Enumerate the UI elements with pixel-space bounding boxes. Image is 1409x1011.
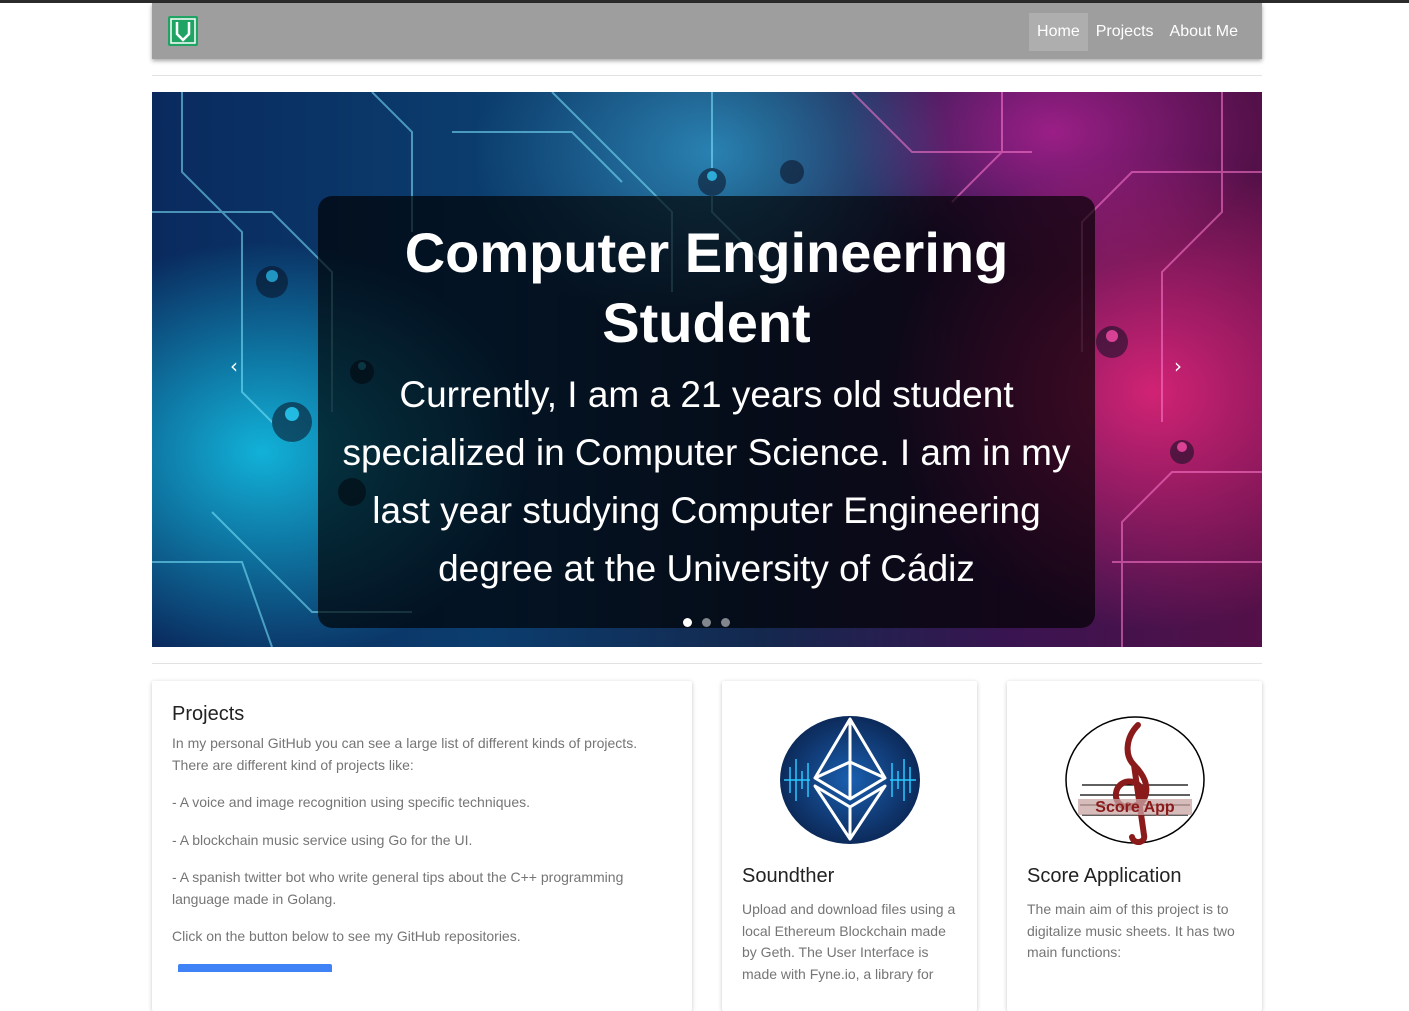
nav-link-about-me[interactable]: About Me	[1162, 13, 1246, 51]
nav-menu: Home Projects About Me	[1029, 13, 1246, 51]
projects-card-item: - A blockchain music service using Go fo…	[172, 831, 473, 848]
ethereum-logo-icon	[779, 716, 920, 844]
soundther-card-title: Soundther	[742, 865, 835, 887]
hero-text: Currently, I am a 21 years old student s…	[342, 374, 1071, 589]
projects-card-item: - A spanish twitter bot who write genera…	[172, 869, 624, 907]
github-button[interactable]	[178, 963, 332, 972]
hero-carousel: ‹ › Computer Engineering Student Current…	[152, 92, 1262, 647]
score-app-card: Score App Score Application The main aim…	[1007, 681, 1262, 1011]
score-app-logo-text: Score App	[1095, 799, 1175, 816]
score-app-card-title: Score Application	[1027, 865, 1182, 887]
soundther-card: Soundther Upload and download files usin…	[722, 681, 977, 1011]
carousel-indicator-2[interactable]	[702, 618, 711, 627]
score-app-card-text: The main aim of this project is to digit…	[1027, 901, 1235, 960]
nav-link-projects[interactable]: Projects	[1088, 13, 1162, 51]
carousel-indicator-1[interactable]	[682, 618, 692, 627]
projects-card: Projects In my personal GitHub you can s…	[152, 681, 692, 1011]
site-logo[interactable]	[168, 16, 198, 46]
divider	[152, 663, 1262, 664]
projects-card-footer: Click on the button below to see my GitH…	[172, 928, 521, 944]
projects-card-intro: In my personal GitHub you can see a larg…	[172, 735, 638, 773]
navbar: Home Projects About Me	[152, 3, 1262, 59]
projects-card-title: Projects	[172, 703, 245, 725]
hero-caption: Computer Engineering Student Currently, …	[318, 196, 1095, 628]
carousel-indicators	[318, 614, 1095, 632]
nav-link-home[interactable]: Home	[1029, 13, 1088, 51]
hero-title: Computer Engineering Student	[404, 221, 1009, 354]
treble-clef-logo-icon: Score App	[1064, 716, 1205, 845]
carousel-indicator-3[interactable]	[721, 618, 731, 627]
soundther-card-text: Upload and download files using a local …	[742, 901, 956, 982]
projects-card-item: - A voice and image recognition using sp…	[172, 794, 530, 810]
carousel-next-icon[interactable]: ›	[1174, 354, 1182, 378]
divider	[152, 75, 1262, 76]
carousel-prev-icon[interactable]: ‹	[230, 354, 238, 378]
